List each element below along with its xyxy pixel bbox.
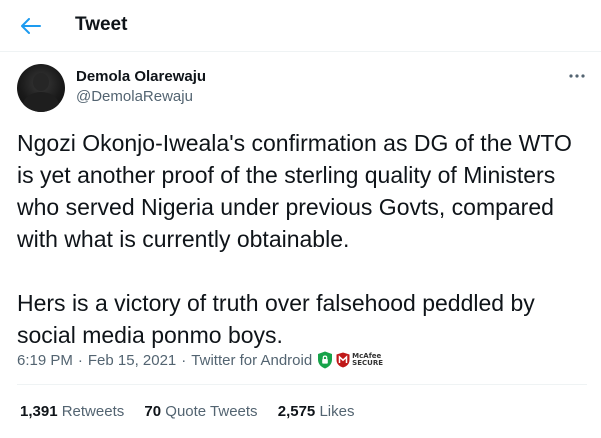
tweet-time[interactable]: 6:19 PM [17,352,73,369]
retweets-stat[interactable]: 1,391 Retweets [20,403,124,420]
meta-separator: · [77,351,83,369]
mcafee-shield-icon [336,352,350,368]
tweet-meta: 6:19 PM · Feb 15, 2021 · Twitter for And… [17,351,383,369]
mcafee-badge-line2: SECURE [352,359,383,367]
avatar[interactable] [17,64,65,112]
author-handle[interactable]: @DemolaRewaju [76,88,193,105]
quote-tweets-stat[interactable]: 70 Quote Tweets [144,403,257,420]
retweets-count: 1,391 [20,403,58,420]
back-button[interactable] [16,12,46,40]
tweet-header: Tweet [0,0,601,52]
tweet-paragraph: Ngozi Okonjo-Iweala's confirmation as DG… [17,130,572,252]
tweet-source[interactable]: Twitter for Android [191,352,312,369]
divider [17,384,587,385]
retweets-label: Retweets [61,403,125,420]
more-horizontal-icon [569,74,585,78]
likes-stat[interactable]: 2,575 Likes [278,403,355,420]
more-options-button[interactable] [566,66,588,86]
arrow-left-icon [21,18,41,34]
tweet-stats: 1,391 Retweets 70 Quote Tweets 2,575 Lik… [20,403,370,420]
likes-label: Likes [319,403,355,420]
tweet-paragraph: Hers is a victory of truth over falsehoo… [17,290,535,348]
meta-separator: · [181,351,187,369]
mcafee-secure-badge: McAfee SECURE [352,353,383,367]
quote-tweets-count: 70 [144,403,162,420]
page-title: Tweet [75,14,128,35]
tweet-date[interactable]: Feb 15, 2021 [88,352,176,369]
likes-count: 2,575 [277,403,316,420]
tweet-text: Ngozi Okonjo-Iweala's confirmation as DG… [17,127,587,351]
quote-tweets-label: Quote Tweets [165,403,258,420]
author-name[interactable]: Demola Olarewaju [76,68,206,85]
lock-shield-icon [318,351,333,369]
